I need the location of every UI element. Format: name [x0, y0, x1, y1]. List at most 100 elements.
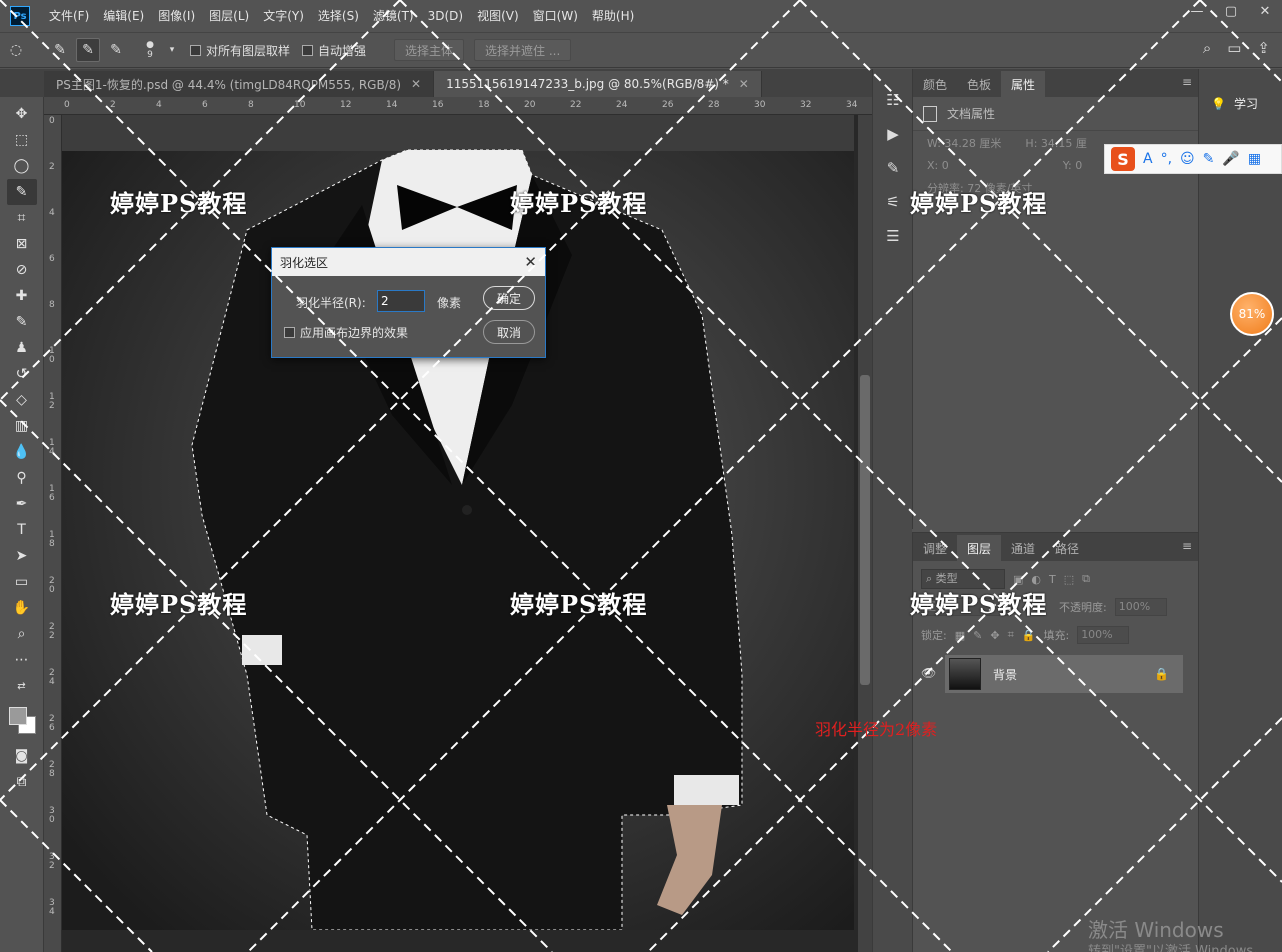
history-brush-icon[interactable]: ↺: [7, 361, 37, 387]
rectangle-tool-icon[interactable]: ▭: [7, 569, 37, 595]
zoom-tool-icon[interactable]: ⌕: [7, 621, 37, 647]
x-value[interactable]: X: 0: [927, 159, 949, 172]
panel-menu-icon[interactable]: ≡: [1182, 539, 1192, 553]
add-to-selection-icon[interactable]: ✎: [76, 38, 100, 62]
tab-adjustments[interactable]: 调整: [913, 535, 957, 561]
menu-image[interactable]: 图像(I): [151, 0, 202, 32]
brush-tool-icon[interactable]: ✎: [7, 309, 37, 335]
move-tool-icon[interactable]: ✥: [7, 101, 37, 127]
path-selection-icon[interactable]: ➤: [7, 543, 37, 569]
new-selection-icon[interactable]: ✎: [48, 38, 72, 62]
menu-edit[interactable]: 编辑(E): [96, 0, 151, 32]
checkbox-box[interactable]: [302, 44, 314, 56]
marquee-tool-icon[interactable]: ⬚: [7, 127, 37, 153]
pen-tool-icon[interactable]: ✒: [7, 491, 37, 517]
y-value[interactable]: Y: 0: [1063, 159, 1082, 172]
close-icon[interactable]: ✕: [739, 77, 749, 91]
workspace-icon[interactable]: ▭: [1227, 39, 1241, 57]
width-value[interactable]: W: 34.28 厘米: [927, 135, 1001, 151]
filter-type-icon[interactable]: T: [1049, 573, 1056, 586]
grid-icon[interactable]: ▦: [1248, 151, 1261, 167]
menu-view[interactable]: 视图(V): [470, 0, 526, 32]
select-subject-button[interactable]: 选择主体: [394, 39, 465, 61]
opacity-field[interactable]: 100%: [1114, 598, 1167, 616]
menu-file[interactable]: 文件(F): [42, 0, 96, 32]
filter-pixel-icon[interactable]: ▣: [1013, 573, 1023, 586]
hand-tool-icon[interactable]: ✋: [7, 595, 37, 621]
punctuation-icon[interactable]: °,: [1161, 151, 1172, 167]
quick-mask-icon[interactable]: ◙: [7, 743, 37, 769]
sogou-logo-icon[interactable]: S: [1111, 147, 1135, 171]
feather-radius-input[interactable]: 2: [377, 290, 425, 312]
tab-paths[interactable]: 路径: [1045, 535, 1089, 561]
lasso-tool-icon[interactable]: ◯: [7, 153, 37, 179]
swap-colors-icon[interactable]: ⇄: [7, 673, 37, 699]
lock-transparent-icon[interactable]: ▦: [955, 629, 965, 642]
cancel-button[interactable]: 取消: [483, 320, 535, 344]
canvas-vertical-scrollbar[interactable]: [858, 115, 872, 952]
color-swatches[interactable]: [7, 705, 37, 735]
tab-layers[interactable]: 图层: [957, 535, 1002, 561]
history-panel-icon[interactable]: ☷: [873, 83, 913, 117]
height-value[interactable]: H: 34.15 厘: [1025, 135, 1086, 151]
emoji-icon[interactable]: ☺: [1180, 151, 1195, 167]
checkbox-box[interactable]: [190, 44, 201, 56]
select-and-mask-button[interactable]: 选择并遮住 ...: [474, 39, 572, 61]
brush-settings-icon[interactable]: ✎: [873, 151, 913, 185]
lock-pixels-icon[interactable]: ✎: [973, 629, 982, 642]
more-tools-icon[interactable]: ⋯: [7, 647, 37, 673]
type-tool-icon[interactable]: T: [7, 517, 37, 543]
chevron-down-icon[interactable]: ▾: [166, 38, 178, 62]
checkbox-box[interactable]: [284, 327, 295, 338]
filter-smart-icon[interactable]: ⧉: [1082, 572, 1090, 586]
dodge-tool-icon[interactable]: ⚲: [7, 465, 37, 491]
screen-mode-icon[interactable]: ⧉: [7, 769, 37, 795]
close-window-button[interactable]: ✕: [1248, 0, 1282, 22]
menu-filter[interactable]: 滤镜(T): [366, 0, 421, 32]
pen-icon[interactable]: ✎: [1203, 151, 1215, 167]
crop-tool-icon[interactable]: ⌗: [7, 205, 37, 231]
menu-select[interactable]: 选择(S): [311, 0, 366, 32]
apply-canvas-bounds-checkbox[interactable]: 应用画布边界的效果: [284, 324, 408, 341]
adjustments-panel-icon[interactable]: ⚟: [873, 185, 913, 219]
menu-layer[interactable]: 图层(L): [202, 0, 256, 32]
menu-type[interactable]: 文字(Y): [256, 0, 311, 32]
menu-help[interactable]: 帮助(H): [585, 0, 641, 32]
filter-adjustment-icon[interactable]: ◐: [1031, 573, 1041, 586]
dialog-titlebar[interactable]: 羽化选区 ✕: [272, 248, 545, 276]
gradient-tool-icon[interactable]: ▥: [7, 413, 37, 439]
brush-size-picker[interactable]: ● 9: [138, 38, 162, 62]
actions-panel-icon[interactable]: ▶: [873, 117, 913, 151]
canvas-area[interactable]: [62, 115, 858, 952]
menu-3d[interactable]: 3D(D): [421, 0, 470, 32]
tab-properties[interactable]: 属性: [1001, 71, 1046, 97]
clone-stamp-icon[interactable]: ♟: [7, 335, 37, 361]
lock-position-icon[interactable]: ✥: [990, 629, 999, 642]
font-icon[interactable]: A: [1143, 151, 1153, 167]
tab-channels[interactable]: 通道: [1001, 535, 1045, 561]
fill-field[interactable]: 100%: [1077, 626, 1130, 644]
lock-all-icon[interactable]: 🔒: [1022, 629, 1036, 642]
zoom-percentage-badge[interactable]: 81%: [1230, 292, 1274, 336]
menu-window[interactable]: 窗口(W): [526, 0, 585, 32]
panel-menu-icon[interactable]: ≡: [1182, 75, 1192, 89]
close-icon[interactable]: ✕: [524, 253, 537, 271]
learn-button[interactable]: 💡 学习: [1199, 83, 1282, 124]
healing-brush-icon[interactable]: ✚: [7, 283, 37, 309]
tab-color[interactable]: 颜色: [913, 71, 957, 97]
quick-selection-tool-icon[interactable]: ✎: [6, 179, 37, 205]
lock-artboard-icon[interactable]: ⌗: [1008, 628, 1014, 642]
libraries-panel-icon[interactable]: ☰: [873, 219, 913, 253]
search-icon[interactable]: ⌕: [1203, 39, 1211, 57]
foreground-color[interactable]: [8, 707, 27, 725]
frame-tool-icon[interactable]: ⊠: [7, 231, 37, 257]
auto-enhance-checkbox[interactable]: 自动增强: [302, 42, 366, 59]
close-icon[interactable]: ✕: [411, 77, 421, 91]
ok-button[interactable]: 确定: [483, 286, 535, 310]
microphone-icon[interactable]: 🎤: [1222, 151, 1239, 167]
scrollbar-thumb[interactable]: [860, 375, 870, 685]
quick-select-preset-icon[interactable]: ◌: [4, 38, 28, 62]
layer-row-background[interactable]: 背景 🔒: [945, 655, 1183, 693]
tab-swatches[interactable]: 色板: [957, 71, 1001, 97]
maximize-button[interactable]: ▢: [1214, 0, 1248, 22]
